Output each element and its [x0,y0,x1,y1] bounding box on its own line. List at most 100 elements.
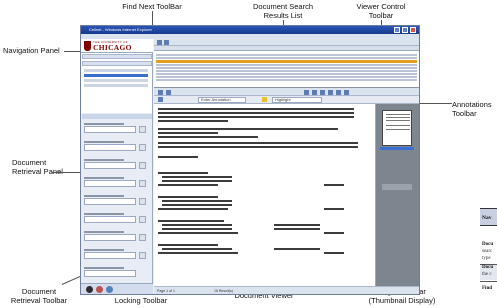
doc-text-line [158,136,258,138]
doc-text-line [162,200,232,202]
highlight-icon[interactable] [262,97,267,102]
chevron-down-icon[interactable] [139,234,146,241]
callout-document-retrieval-toolbar: Document Retrieval Toolbar [10,287,68,305]
highlight-select[interactable]: Highlight [272,97,322,103]
chevron-down-icon[interactable] [139,198,146,205]
status-results: 16 Result(s) [214,289,233,293]
retrieval-field[interactable] [84,180,136,187]
close-icon[interactable] [410,27,416,33]
doc-text-line [158,208,228,210]
find-previous-icon[interactable] [164,40,169,45]
logo-bar: THE UNIVERSITY OF CHICAGO [81,39,153,53]
refresh-icon[interactable] [106,286,113,293]
retrieval-field[interactable] [84,126,136,133]
retrieval-field[interactable] [84,270,136,277]
side-table-text: Docu [482,265,494,270]
chevron-down-icon[interactable] [139,252,146,259]
side-table-text: the c [482,272,492,277]
field-label [84,249,124,251]
retrieval-field[interactable] [84,162,136,169]
nav-subheader[interactable] [82,61,152,66]
chevron-down-icon[interactable] [139,126,146,133]
page-thumbnail[interactable] [382,110,412,146]
result-row[interactable] [156,54,417,56]
doc-text-line [158,252,238,254]
chevron-down-icon[interactable] [139,216,146,223]
doc-text-line [162,248,232,250]
rotate-icon[interactable] [328,90,333,95]
callout-document-retrieval-panel: Document Retrieval Panel [12,158,63,176]
thumb-line [386,114,410,115]
annotation-icon[interactable] [158,97,163,102]
retrieval-field[interactable] [84,216,136,223]
doc-text-line [324,252,344,254]
doc-text-line [324,184,344,186]
annotation-search-field[interactable]: Enter Annotation [198,97,246,103]
retrieval-field[interactable] [84,198,136,205]
retrieval-field[interactable] [84,144,136,151]
side-table: Nav Docu searc type Docu the c Find [480,200,497,308]
doc-text-line [158,184,218,186]
result-row[interactable] [156,70,417,72]
doc-text-line [324,208,344,210]
thumb-line [386,117,410,118]
chevron-down-icon[interactable] [139,180,146,187]
next-page-icon[interactable] [336,90,341,95]
result-row[interactable] [156,64,417,66]
clear-icon[interactable] [96,286,103,293]
retrieval-field[interactable] [84,234,136,241]
callout-navigation-panel: Navigation Panel [3,46,60,55]
callout-document-search-results-list: Document Search Results List [252,2,314,20]
side-table-header-row: Nav [480,208,497,226]
doc-text-line [158,108,354,110]
status-bar: Page 1 of 1 16 Result(s) [154,286,419,294]
chevron-down-icon[interactable] [139,144,146,151]
find-next-icon[interactable] [157,40,162,45]
zoom-in-icon[interactable] [304,90,309,95]
chevron-down-icon[interactable] [139,162,146,169]
page-thumbnail[interactable] [382,184,412,190]
nav-item[interactable] [84,69,148,72]
result-row[interactable] [156,67,417,69]
last-page-icon[interactable] [344,90,349,95]
minimize-icon[interactable] [394,27,400,33]
result-row[interactable] [156,57,417,59]
doc-text-line [162,204,232,206]
callout-annotations-toolbar: Annotations Toolbar [452,100,492,118]
document-retrieval-panel [81,113,153,283]
nav-item-selected[interactable] [84,74,148,77]
doc-text-line [162,228,232,230]
result-row[interactable] [156,79,417,81]
thumb-line [386,125,410,126]
doc-text-line [162,176,232,178]
status-page: Page 1 of 1 [157,289,175,293]
leader-annotations [420,103,452,104]
crest-icon [84,41,91,51]
nav-item[interactable] [84,79,148,82]
result-row[interactable] [156,76,417,78]
field-label [84,195,124,197]
result-row[interactable] [156,73,417,75]
side-table-text: Find [482,286,493,291]
zoom-out-icon[interactable] [312,90,317,95]
side-table-text: type [482,256,491,261]
previous-page-icon[interactable] [166,90,171,95]
annotation-search-placeholder: Enter Annotation [201,97,231,102]
document-viewer [154,104,376,286]
retrieval-field[interactable] [84,252,136,259]
doc-text-line [274,224,320,226]
doc-text-line [162,224,232,226]
print-icon[interactable] [320,90,325,95]
field-label [84,159,124,161]
doc-text-line [158,132,218,134]
doc-text-line [324,232,344,234]
side-table-header: Nav [482,215,492,221]
search-icon[interactable] [86,286,93,293]
thumb-line [386,120,410,121]
doc-text-line [158,120,228,122]
nav-item[interactable] [84,84,148,87]
first-page-icon[interactable] [158,90,163,95]
result-row-selected[interactable] [156,60,417,63]
nav-header[interactable] [82,54,152,59]
maximize-icon[interactable] [402,27,408,33]
